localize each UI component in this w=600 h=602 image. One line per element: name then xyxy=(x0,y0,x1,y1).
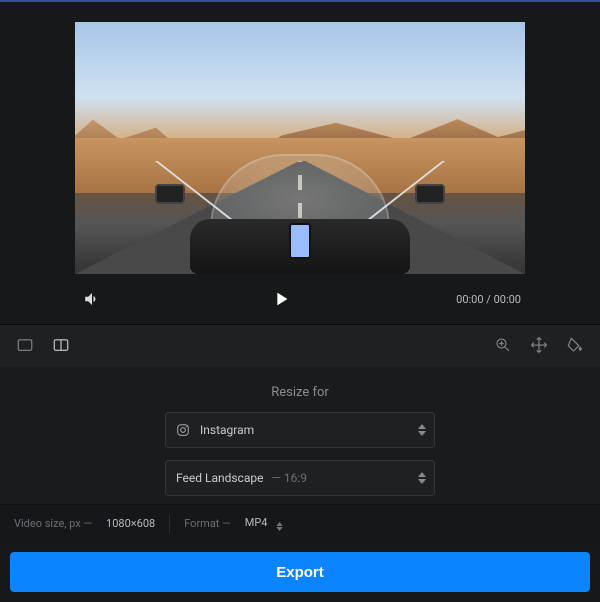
volume-icon xyxy=(83,290,101,308)
zoom-button[interactable] xyxy=(488,330,518,363)
resize-title: Resize for xyxy=(271,385,329,400)
layout-split-button[interactable] xyxy=(46,330,76,363)
separator xyxy=(169,515,170,533)
stepper-icon xyxy=(418,472,426,484)
footer-bar: Video size, px — 1080×608 Format — MP4 xyxy=(0,504,600,542)
toolbar xyxy=(0,325,600,367)
current-time: 00:00 xyxy=(456,293,483,306)
fill-button[interactable] xyxy=(560,330,590,363)
format-value: MP4 xyxy=(245,516,268,529)
aspect-select[interactable]: Feed Landscape — 16:9 xyxy=(165,460,435,496)
volume-button[interactable] xyxy=(79,286,105,312)
aspect-ratio: — 16:9 xyxy=(271,471,307,485)
format-label: Format — xyxy=(184,517,231,530)
app-root: 00:00 / 00:00 xyxy=(0,0,600,602)
timecode: 00:00 / 00:00 xyxy=(456,293,521,306)
instagram-icon xyxy=(176,423,190,437)
aspect-label: Feed Landscape xyxy=(176,471,263,485)
duration: 00:00 xyxy=(494,293,521,306)
preview-pane: 00:00 / 00:00 xyxy=(0,2,600,324)
play-button[interactable] xyxy=(266,284,296,314)
zoom-in-icon xyxy=(494,336,512,354)
stepper-icon xyxy=(276,522,283,531)
export-button[interactable]: Export xyxy=(10,552,590,592)
video-preview[interactable] xyxy=(75,22,525,274)
move-icon xyxy=(530,336,548,354)
paint-bucket-icon xyxy=(566,336,584,354)
platform-select[interactable]: Instagram xyxy=(165,412,435,448)
layout-single-icon xyxy=(16,336,34,354)
stepper-icon xyxy=(418,424,426,436)
format-select[interactable]: MP4 xyxy=(245,516,283,531)
play-icon xyxy=(270,288,292,310)
layout-split-icon xyxy=(52,336,70,354)
resize-pane: Resize for Instagram Feed Landscape — 16… xyxy=(0,367,600,504)
layout-single-button[interactable] xyxy=(10,330,40,363)
video-size-label: Video size, px — xyxy=(14,517,92,530)
move-button[interactable] xyxy=(524,330,554,363)
video-size-value: 1080×608 xyxy=(106,517,155,530)
player-controls: 00:00 / 00:00 xyxy=(75,274,525,324)
platform-value: Instagram xyxy=(200,423,254,437)
